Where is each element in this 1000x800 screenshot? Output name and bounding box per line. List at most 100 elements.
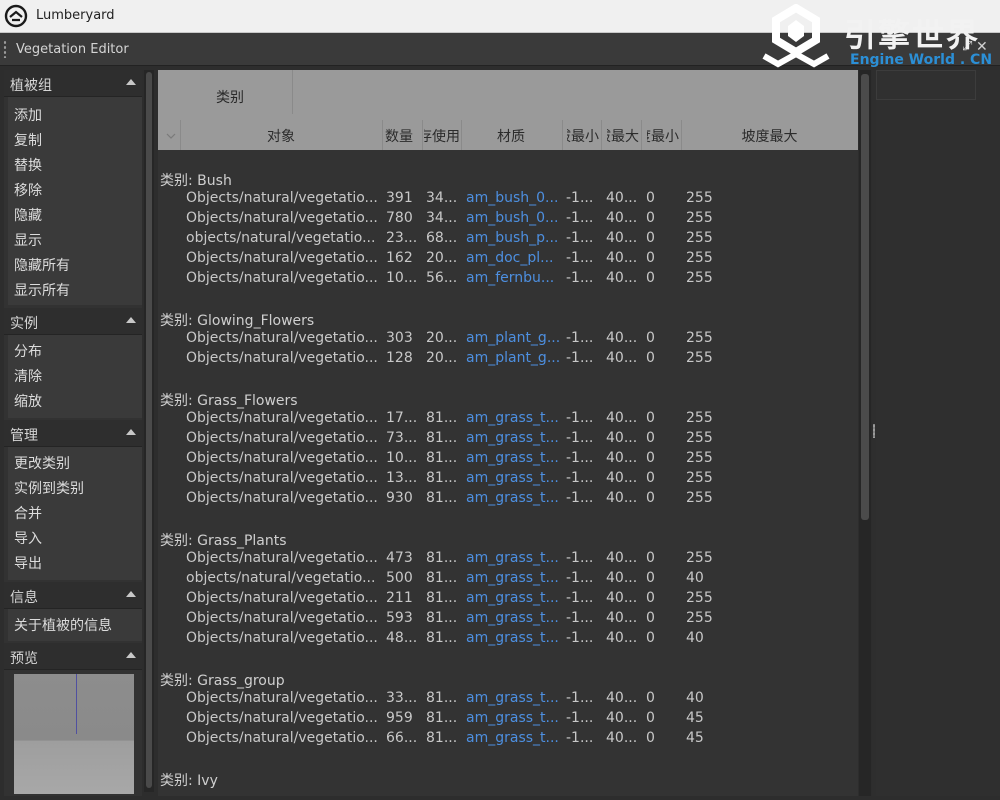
cell-count: 162: [386, 250, 413, 266]
menu-item-copy[interactable]: 复制: [14, 130, 42, 150]
collapse-arrow-icon[interactable]: [126, 429, 136, 435]
menu-item-add[interactable]: 添加: [14, 105, 42, 125]
column-header-object[interactable]: 对象: [180, 126, 382, 146]
menu-item-distribute[interactable]: 分布: [14, 341, 42, 361]
table-row[interactable]: Objects/natural/vegetatio... 48... 81... am…: [158, 630, 858, 650]
table-row[interactable]: Objects/natural/vegetatio... 959 81... am_g…: [158, 710, 858, 730]
cell-slope-min: 0: [646, 190, 655, 206]
section-header-info[interactable]: 信息: [4, 582, 142, 609]
cell-object: Objects/natural/vegetatio...: [186, 490, 378, 506]
cell-altitude-min: -1...: [566, 230, 594, 246]
table-row[interactable]: objects/natural/vegetatio... 23... 68... am…: [158, 230, 858, 250]
menu-item-import[interactable]: 导入: [14, 528, 42, 548]
menu-item-instance-to-category[interactable]: 实例到类别: [14, 478, 84, 498]
category-group-label[interactable]: 类别: Ivy: [160, 770, 218, 790]
scrollbar-thumb[interactable]: [146, 72, 152, 788]
table-row[interactable]: Objects/natural/vegetatio... 33... 81... am…: [158, 690, 858, 710]
category-group-label[interactable]: 类别: Grass_Flowers: [160, 390, 298, 410]
menu-item-about-vegetation[interactable]: 关于植被的信息: [14, 615, 112, 635]
column-header-altitude-max[interactable]: 拔最大: [607, 126, 639, 146]
section-header-manage[interactable]: 管理: [4, 420, 142, 447]
grip-icon[interactable]: [3, 40, 7, 58]
column-header-memory[interactable]: 内存使用: [424, 126, 460, 146]
cell-object: Objects/natural/vegetatio...: [186, 190, 378, 206]
cell-altitude-max: 40...: [606, 610, 638, 626]
collapse-arrow-icon[interactable]: [126, 317, 136, 323]
cell-slope-min: 0: [646, 330, 655, 346]
section-header-instance[interactable]: 实例: [4, 308, 142, 335]
table-row[interactable]: Objects/natural/vegetatio... 303 20... am_p…: [158, 330, 858, 350]
menu-item-merge[interactable]: 合并: [14, 503, 42, 523]
table-row[interactable]: Objects/natural/vegetatio... 593 81... am_g…: [158, 610, 858, 630]
collapse-arrow-icon[interactable]: [126, 79, 136, 85]
column-header-slope-max[interactable]: 坡度最大: [681, 126, 858, 146]
header-divider: [382, 120, 383, 150]
menu-item-show[interactable]: 显示: [14, 230, 42, 250]
menu-item-replace[interactable]: 替换: [14, 155, 42, 175]
table-row[interactable]: Objects/natural/vegetatio... 128 20... am_p…: [158, 350, 858, 370]
cell-material: am_grass_t...: [466, 590, 559, 606]
cell-altitude-max: 40...: [606, 270, 638, 286]
cell-slope-max: 255: [686, 410, 713, 426]
menu-item-show-all[interactable]: 显示所有: [14, 280, 70, 300]
cell-memory: 81...: [426, 550, 458, 566]
category-group-label[interactable]: 类别: Bush: [160, 170, 232, 190]
table-row[interactable]: Objects/natural/vegetatio... 10... 56... am…: [158, 270, 858, 290]
cell-count: 959: [386, 710, 413, 726]
category-group-label[interactable]: 类别: Glowing_Flowers: [160, 310, 314, 330]
table-row[interactable]: Objects/natural/vegetatio... 162 20... am_d…: [158, 250, 858, 270]
table-row[interactable]: Objects/natural/vegetatio... 73... 81... am…: [158, 430, 858, 450]
cell-count: 211: [386, 590, 413, 606]
column-header-material[interactable]: 材质: [461, 126, 561, 146]
splitter-grip-icon[interactable]: [873, 424, 875, 438]
table-row[interactable]: Objects/natural/vegetatio... 211 81... am_g…: [158, 590, 858, 610]
table-row[interactable]: Objects/natural/vegetatio... 17... 81... am…: [158, 410, 858, 430]
cell-material: am_doc_pl...: [466, 250, 554, 266]
section-title: 实例: [10, 316, 38, 332]
vegetation-table: 类别 对象 数量 内存使用 材质 拔最小 拔最大 度最小 坡度最大 类别: Bu…: [158, 70, 858, 796]
menu-item-change-category[interactable]: 更改类别: [14, 453, 70, 473]
cell-altitude-min: -1...: [566, 330, 594, 346]
category-group-label[interactable]: 类别: Grass_Plants: [160, 530, 287, 550]
table-row[interactable]: Objects/natural/vegetatio... 66... 81... am…: [158, 730, 858, 750]
collapse-arrow-icon[interactable]: [126, 652, 136, 658]
cell-slope-min: 0: [646, 230, 655, 246]
column-header-count[interactable]: 数量: [385, 126, 421, 146]
scrollbar-thumb[interactable]: [861, 74, 869, 520]
cell-memory: 56...: [426, 270, 458, 286]
table-row[interactable]: Objects/natural/vegetatio... 10... 81... am…: [158, 450, 858, 470]
menu-item-clear[interactable]: 清除: [14, 366, 42, 386]
section-header-preview[interactable]: 预览: [4, 643, 142, 670]
column-header-slope-min[interactable]: 度最小: [647, 126, 679, 146]
menu-item-remove[interactable]: 移除: [14, 180, 42, 200]
category-group-label[interactable]: 类别: Grass_group: [160, 670, 285, 690]
table-row[interactable]: Objects/natural/vegetatio... 473 81... am_g…: [158, 550, 858, 570]
cell-material: am_grass_t...: [466, 490, 559, 506]
cell-memory: 34...: [426, 210, 458, 226]
table-row[interactable]: Objects/natural/vegetatio... 780 34... am_b…: [158, 210, 858, 230]
cell-slope-max: 40: [686, 690, 704, 706]
menu-item-hide[interactable]: 隐藏: [14, 205, 42, 225]
cell-altitude-min: -1...: [566, 470, 594, 486]
sort-arrow-icon[interactable]: [166, 132, 176, 140]
table-scrollbar[interactable]: [859, 70, 871, 796]
collapse-arrow-icon[interactable]: [126, 591, 136, 597]
menu-item-hide-all[interactable]: 隐藏所有: [14, 255, 70, 275]
category-group-header[interactable]: 类别: [158, 70, 293, 114]
table-row[interactable]: objects/natural/vegetatio... 500 81... am_g…: [158, 570, 858, 590]
editor-title: Vegetation Editor: [16, 42, 129, 57]
menu-item-scale[interactable]: 缩放: [14, 391, 42, 411]
cell-altitude-min: -1...: [566, 450, 594, 466]
menu-item-export[interactable]: 导出: [14, 553, 42, 573]
cell-slope-max: 45: [686, 710, 704, 726]
left-scrollbar[interactable]: [144, 70, 154, 792]
column-header-altitude-min[interactable]: 拔最小: [567, 126, 599, 146]
cell-altitude-min: -1...: [566, 690, 594, 706]
table-row[interactable]: Objects/natural/vegetatio... 13... 81... am…: [158, 470, 858, 490]
section-header-vegetation-group[interactable]: 植被组: [4, 70, 142, 97]
table-row[interactable]: Objects/natural/vegetatio... 391 34... am_b…: [158, 190, 858, 210]
cell-slope-min: 0: [646, 350, 655, 366]
table-row[interactable]: Objects/natural/vegetatio... 930 81... am_g…: [158, 490, 858, 510]
preview-viewport[interactable]: [14, 674, 134, 794]
cell-count: 33...: [386, 690, 418, 706]
